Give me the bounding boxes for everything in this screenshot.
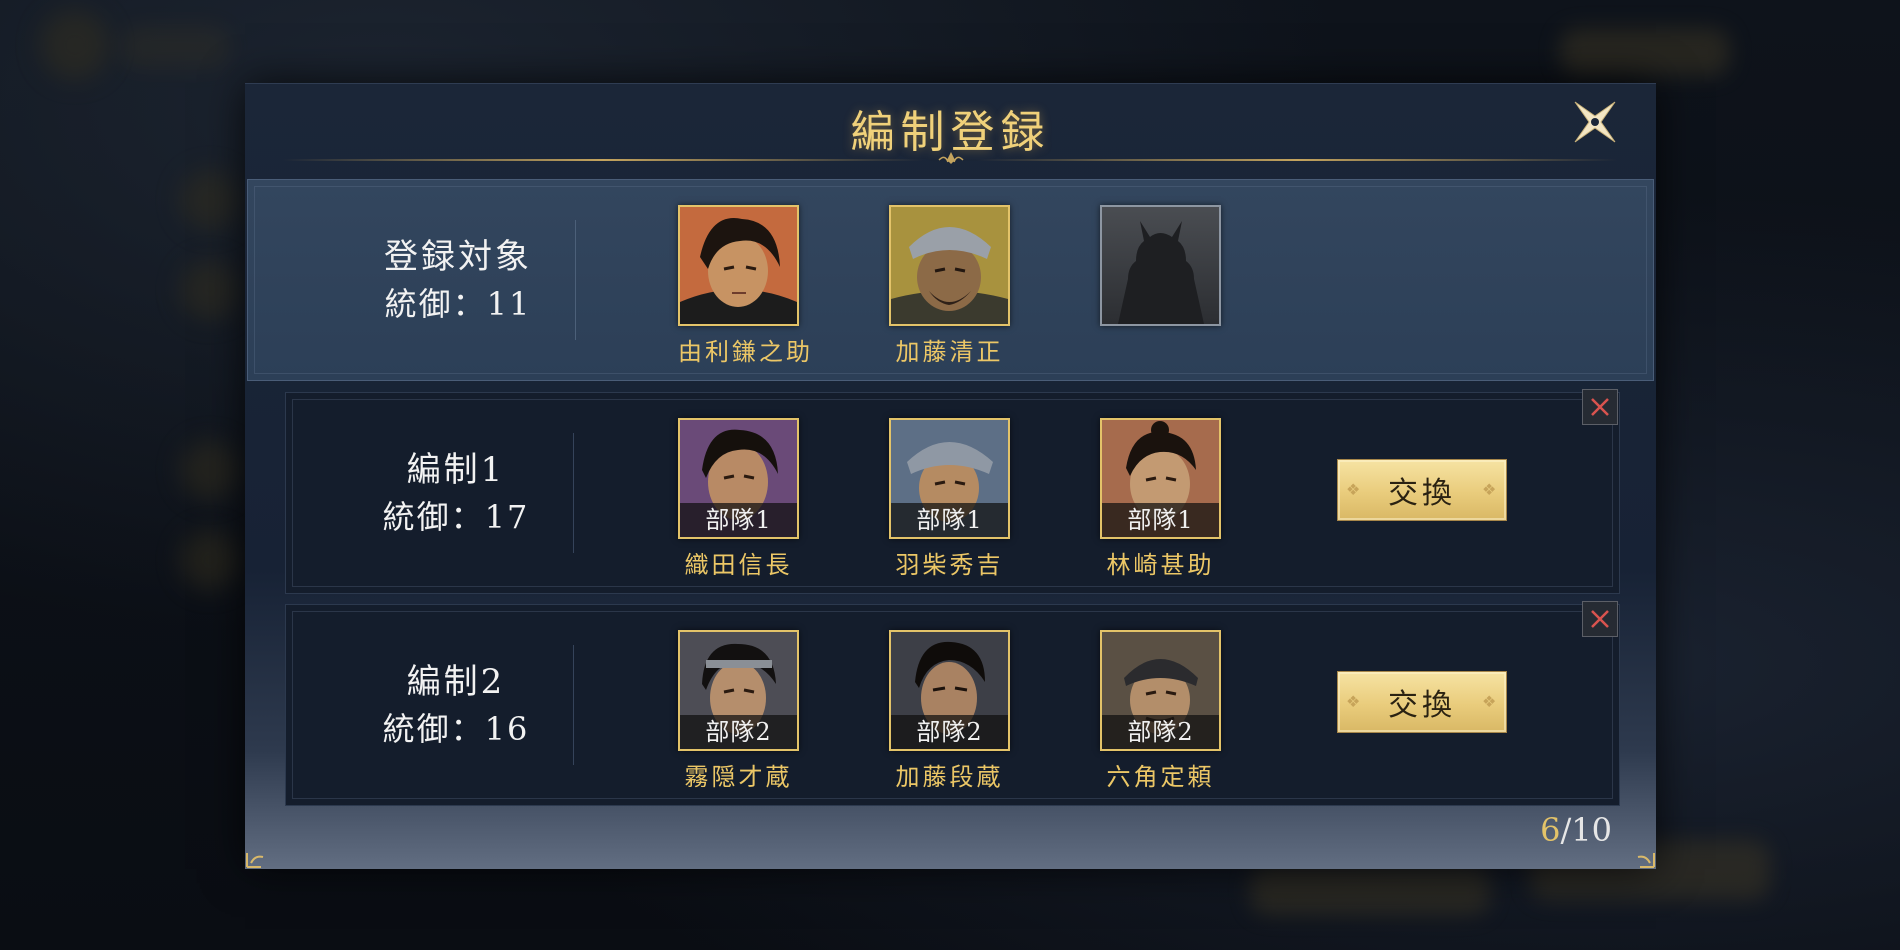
formation-name: 編制2 [406, 662, 506, 702]
hero-slot[interactable]: 由利鎌之助 [678, 205, 813, 367]
unit-tag: 部隊2 [1102, 715, 1219, 749]
registration-target-row: 登録対象 統御：11 由利鎌之助 加藤清正 [247, 179, 1654, 381]
row-divider [573, 645, 574, 765]
bg-blur-shape [180, 260, 240, 320]
title-ornament-icon [938, 152, 964, 164]
swap-button[interactable]: ❖ 交換 ❖ [1337, 671, 1507, 733]
remove-formation-icon[interactable] [1582, 389, 1618, 425]
button-ornament-icon: ❖ [1346, 692, 1365, 711]
formation-count-total: 10 [1571, 811, 1612, 849]
formation-row-1: 編制1 統御：17 部隊1 織田信長 部隊1 羽柴秀吉 部隊1 林崎甚助 ❖ 交… [285, 392, 1620, 594]
hero-name: 織田信長 [684, 551, 793, 579]
formation-name: 編制1 [406, 450, 506, 490]
portrait-image [680, 207, 797, 324]
bg-blur-shape [120, 25, 230, 69]
row-label: 編制2 統御：16 [346, 605, 566, 805]
hero-name: 霧隠才蔵 [684, 763, 793, 791]
hero-slot[interactable]: 部隊1 羽柴秀吉 [889, 418, 1010, 580]
empty-hero-slot[interactable] [1100, 205, 1221, 326]
corner-ornament-icon [246, 853, 264, 868]
formation-count-current: 6 [1540, 811, 1561, 849]
remove-formation-icon[interactable] [1582, 601, 1618, 637]
row-divider [573, 433, 574, 553]
oda-nobunaga-portrait: 部隊1 [678, 418, 799, 539]
empty-slot-silhouette-icon [1118, 221, 1204, 324]
yuri-kamanosuke-portrait [678, 205, 799, 326]
bg-blur-shape [1560, 28, 1730, 76]
bg-blur-shape [1250, 865, 1490, 915]
row-title: 登録対象 [384, 237, 532, 277]
hero-slot[interactable]: 部隊2 加藤段蔵 [889, 630, 1010, 792]
unit-tag: 部隊1 [680, 503, 797, 537]
hero-slot[interactable]: 部隊1 林崎甚助 [1100, 418, 1221, 580]
button-ornament-icon: ❖ [1346, 480, 1365, 499]
formation-count-separator: / [1560, 811, 1572, 849]
rokkaku-sadayori-portrait: 部隊2 [1100, 630, 1221, 751]
unit-tag: 部隊2 [680, 715, 797, 749]
swap-button-label: 交換 [1388, 688, 1456, 723]
unit-tag: 部隊1 [891, 503, 1008, 537]
command-value: 統御：17 [382, 498, 530, 536]
swap-button-label: 交換 [1388, 476, 1456, 511]
hero-name: 加藤清正 [895, 338, 1004, 366]
formation-count: 6/10 [1540, 811, 1612, 849]
row-divider [575, 220, 576, 340]
hero-slot[interactable]: 加藤清正 [889, 205, 1010, 367]
command-value: 統御：16 [382, 710, 530, 748]
unit-tag: 部隊1 [1102, 503, 1219, 537]
kirigakure-saizo-portrait: 部隊2 [678, 630, 799, 751]
hashiba-hideyoshi-portrait: 部隊1 [889, 418, 1010, 539]
bg-blur-shape [180, 440, 240, 500]
command-value: 統御：11 [384, 285, 532, 323]
corner-ornament-icon [1637, 853, 1655, 868]
hero-slot[interactable]: 部隊2 霧隠才蔵 [678, 630, 799, 792]
hero-name: 加藤段蔵 [895, 763, 1004, 791]
hero-name: 林崎甚助 [1106, 551, 1215, 579]
title-divider-left [283, 159, 923, 161]
hero-name: 羽柴秀吉 [895, 551, 1004, 579]
row-label: 編制1 統御：17 [346, 393, 566, 593]
kato-kiyomasa-portrait [889, 205, 1010, 326]
row-label: 登録対象 統御：11 [348, 180, 568, 380]
empty-slot [1100, 205, 1221, 326]
bg-blur-shape [40, 10, 110, 80]
title-divider-right [977, 159, 1617, 161]
hero-name: 六角定頼 [1106, 763, 1215, 791]
hero-slot[interactable]: 部隊2 六角定頼 [1100, 630, 1221, 792]
button-ornament-icon: ❖ [1482, 480, 1501, 499]
formation-register-dialog: 編制登録 登録対象 統御：11 由利鎌之助 加藤清正 編制1 統御：17 部隊1… [245, 83, 1656, 869]
hero-name: 由利鎌之助 [678, 338, 813, 366]
bg-blur-shape [180, 170, 240, 230]
hero-slot[interactable]: 部隊1 織田信長 [678, 418, 799, 580]
kato-danzo-portrait: 部隊2 [889, 630, 1010, 751]
swap-button[interactable]: ❖ 交換 ❖ [1337, 459, 1507, 521]
unit-tag: 部隊2 [891, 715, 1008, 749]
close-shuriken-icon[interactable] [1571, 98, 1619, 146]
button-ornament-icon: ❖ [1482, 692, 1501, 711]
hayashizaki-jinsuke-portrait: 部隊1 [1100, 418, 1221, 539]
portrait-image [891, 207, 1008, 324]
bg-blur-shape [180, 530, 240, 590]
formation-row-2: 編制2 統御：16 部隊2 霧隠才蔵 部隊2 加藤段蔵 部隊2 六角定頼 ❖ 交… [285, 604, 1620, 806]
